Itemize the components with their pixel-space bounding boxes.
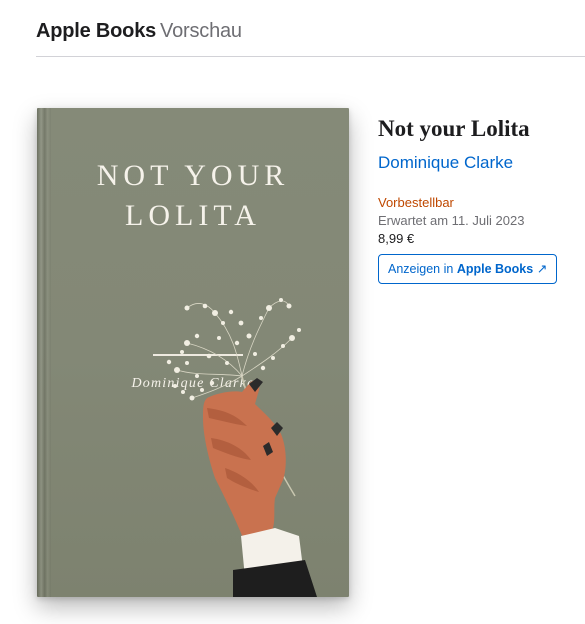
button-prefix: Anzeigen in <box>388 262 454 276</box>
brand: Apple Books Vorschau <box>36 18 585 44</box>
button-brand: Apple Books <box>456 262 534 276</box>
brand-name: Apple Books <box>36 20 157 42</box>
preorder-status: Vorbestellbar <box>378 195 454 210</box>
brand-subtitle: Vorschau <box>160 20 242 42</box>
header: Apple Books Vorschau <box>36 18 585 57</box>
book-title: Not your Lolita <box>378 116 530 141</box>
book-cover: NOT YOUR LOLITA Dominique Clarke <box>37 108 349 597</box>
expected-date: Erwartet am 11. Juli 2023 <box>378 213 525 228</box>
author-link[interactable]: Dominique Clarke <box>378 152 513 174</box>
book-info: Not your Lolita Dominique Clarke Vorbest… <box>378 114 578 284</box>
external-arrow-icon: ↗ <box>536 262 548 276</box>
cover-illustration <box>166 298 317 597</box>
view-in-apple-books-button[interactable]: Anzeigen in Apple Books ↗ <box>378 254 558 284</box>
price: 8,99 € <box>378 231 415 246</box>
